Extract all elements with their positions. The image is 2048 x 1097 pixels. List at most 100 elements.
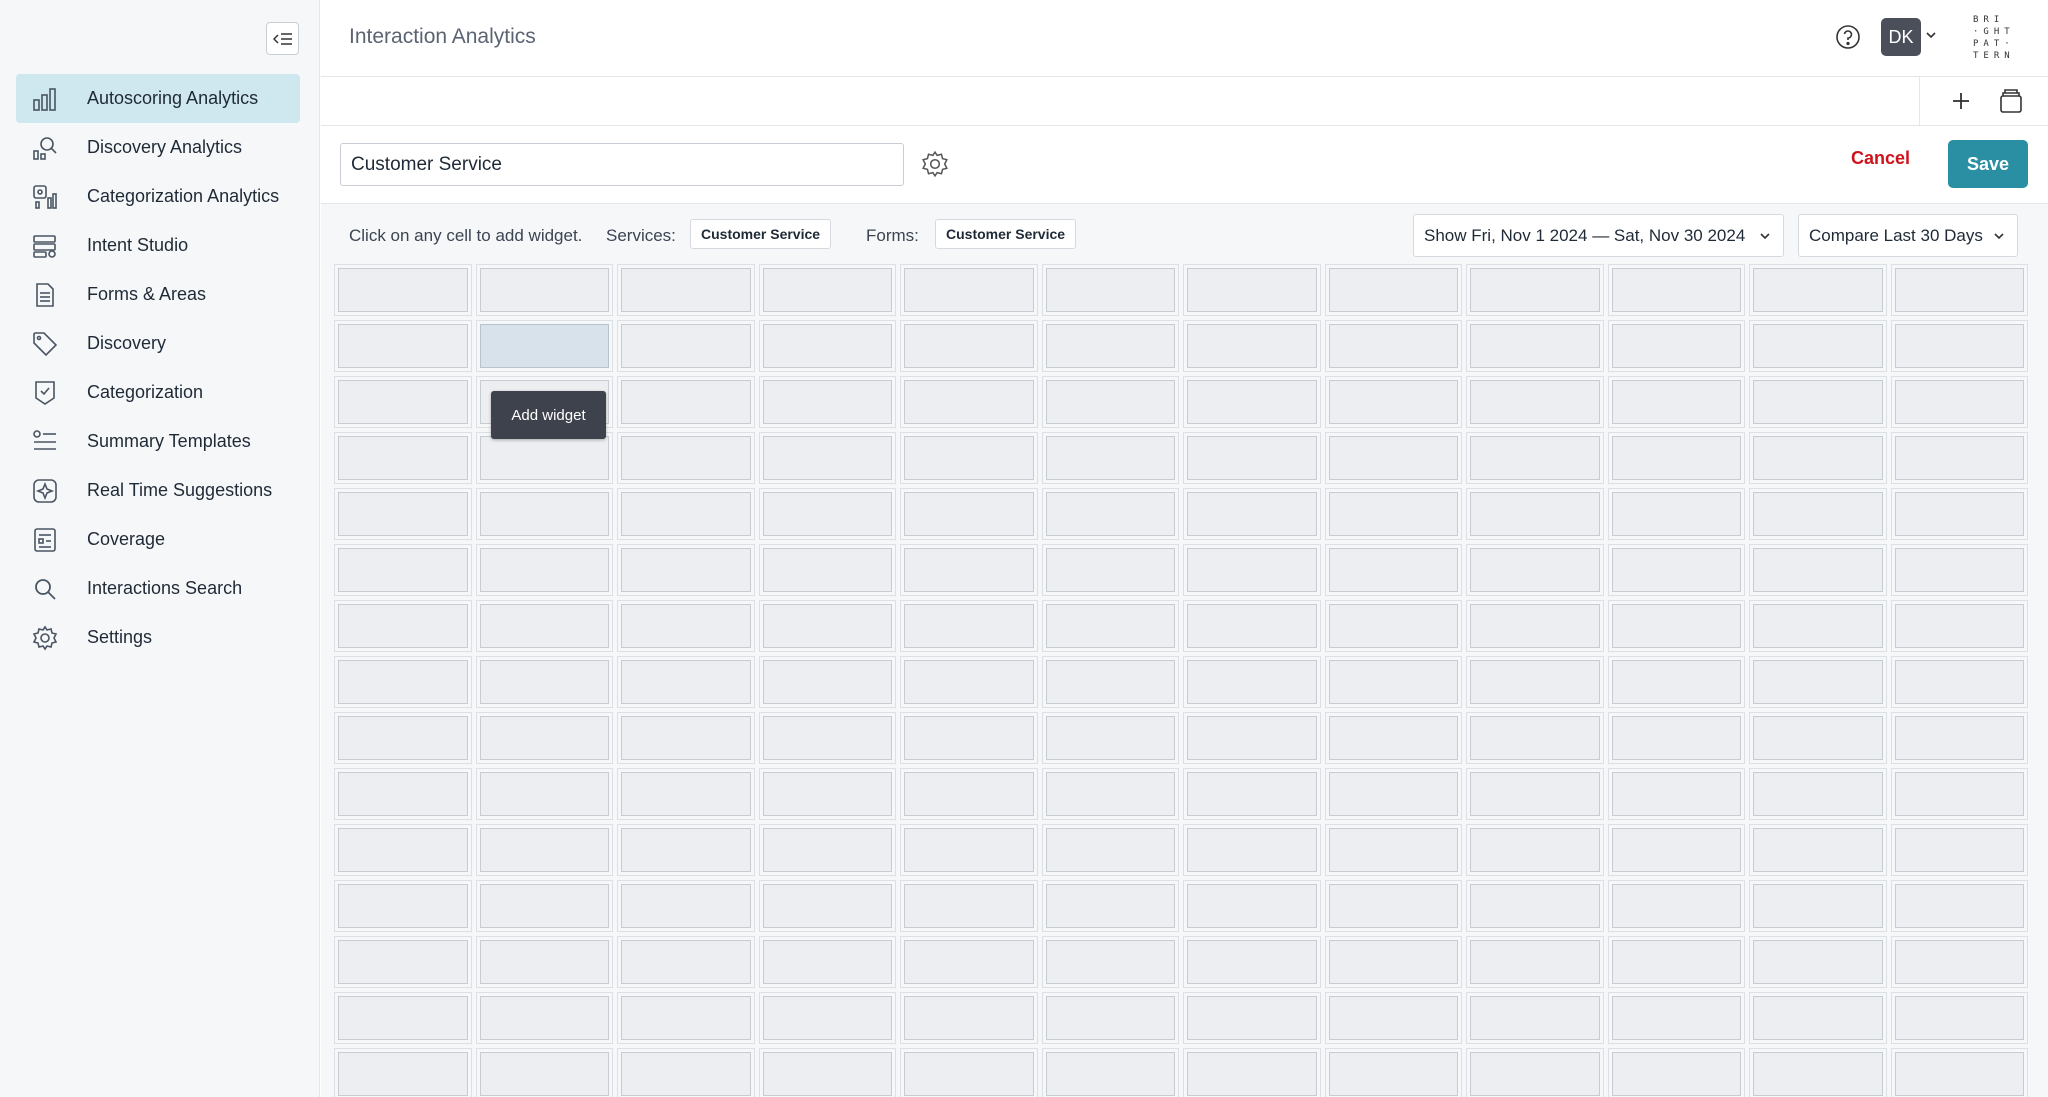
grid-cell[interactable] bbox=[475, 768, 613, 820]
grid-cell[interactable] bbox=[1749, 320, 1887, 372]
grid-cell[interactable] bbox=[1466, 936, 1604, 988]
grid-cell[interactable] bbox=[900, 488, 1038, 540]
date-range-select[interactable]: Show Fri, Nov 1 2024 — Sat, Nov 30 2024 bbox=[1413, 214, 1784, 257]
forms-chip[interactable]: Customer Service bbox=[935, 219, 1077, 249]
grid-cell[interactable] bbox=[1749, 936, 1887, 988]
grid-cell[interactable] bbox=[1324, 656, 1462, 708]
grid-cell[interactable] bbox=[1890, 600, 2028, 652]
grid-cell[interactable] bbox=[334, 264, 472, 316]
compare-period-select[interactable]: Compare Last 30 Days bbox=[1798, 214, 2018, 257]
grid-cell[interactable] bbox=[1324, 824, 1462, 876]
sidebar-item-forms-areas[interactable]: Forms & Areas bbox=[16, 270, 300, 319]
grid-cell[interactable] bbox=[475, 992, 613, 1044]
cancel-button[interactable]: Cancel bbox=[1851, 148, 1910, 169]
grid-cell[interactable] bbox=[1041, 600, 1179, 652]
grid-cell[interactable] bbox=[1324, 488, 1462, 540]
grid-cell[interactable] bbox=[1749, 880, 1887, 932]
grid-cell[interactable] bbox=[1607, 264, 1745, 316]
grid-cell[interactable] bbox=[758, 544, 896, 596]
grid-cell[interactable] bbox=[1041, 320, 1179, 372]
grid-cell[interactable] bbox=[900, 600, 1038, 652]
grid-cell[interactable] bbox=[1890, 824, 2028, 876]
sidebar-item-summary-templates[interactable]: Summary Templates bbox=[16, 417, 300, 466]
grid-cell[interactable] bbox=[334, 936, 472, 988]
grid-cell[interactable] bbox=[758, 936, 896, 988]
grid-cell[interactable] bbox=[900, 544, 1038, 596]
grid-cell[interactable] bbox=[1607, 992, 1745, 1044]
grid-cell[interactable] bbox=[334, 824, 472, 876]
grid-cell[interactable] bbox=[1749, 264, 1887, 316]
grid-cell[interactable] bbox=[475, 544, 613, 596]
grid-cell[interactable] bbox=[758, 768, 896, 820]
grid-cell[interactable] bbox=[1324, 432, 1462, 484]
grid-cell[interactable] bbox=[900, 376, 1038, 428]
grid-cell[interactable] bbox=[1890, 1048, 2028, 1097]
grid-cell[interactable] bbox=[1607, 712, 1745, 764]
grid-cell[interactable] bbox=[758, 376, 896, 428]
grid-cell[interactable] bbox=[1890, 488, 2028, 540]
grid-cell[interactable] bbox=[334, 376, 472, 428]
grid-cell[interactable] bbox=[617, 544, 755, 596]
grid-cell[interactable] bbox=[475, 1048, 613, 1097]
grid-cell[interactable] bbox=[475, 600, 613, 652]
grid-cell[interactable] bbox=[1324, 1048, 1462, 1097]
grid-cell[interactable] bbox=[1890, 992, 2028, 1044]
grid-cell[interactable] bbox=[1749, 600, 1887, 652]
grid-cell[interactable] bbox=[1607, 768, 1745, 820]
grid-cell[interactable] bbox=[900, 1048, 1038, 1097]
grid-cell[interactable] bbox=[1041, 544, 1179, 596]
grid-cell[interactable] bbox=[1749, 544, 1887, 596]
sidebar-item-interactions-search[interactable]: Interactions Search bbox=[16, 564, 300, 613]
grid-cell[interactable] bbox=[1466, 264, 1604, 316]
grid-cell[interactable] bbox=[900, 992, 1038, 1044]
grid-cell[interactable] bbox=[475, 936, 613, 988]
grid-cell[interactable] bbox=[900, 264, 1038, 316]
grid-cell[interactable] bbox=[1041, 824, 1179, 876]
grid-cell[interactable] bbox=[334, 1048, 472, 1097]
grid-cell[interactable] bbox=[900, 768, 1038, 820]
collapse-sidebar-button[interactable] bbox=[266, 22, 299, 55]
grid-cell[interactable] bbox=[1183, 992, 1321, 1044]
grid-cell[interactable] bbox=[1466, 768, 1604, 820]
grid-cell[interactable] bbox=[1607, 880, 1745, 932]
grid-cell[interactable] bbox=[1890, 880, 2028, 932]
dashboard-settings-gear-icon[interactable] bbox=[921, 150, 949, 178]
grid-cell[interactable] bbox=[1466, 600, 1604, 652]
grid-cell[interactable] bbox=[1607, 320, 1745, 372]
grid-cell[interactable] bbox=[758, 432, 896, 484]
grid-cell[interactable] bbox=[1183, 320, 1321, 372]
grid-cell[interactable] bbox=[475, 824, 613, 876]
grid-cell[interactable] bbox=[1041, 264, 1179, 316]
grid-cell[interactable] bbox=[617, 320, 755, 372]
grid-cell[interactable] bbox=[1749, 656, 1887, 708]
grid-cell[interactable] bbox=[1890, 936, 2028, 988]
grid-cell[interactable] bbox=[1607, 544, 1745, 596]
grid-cell[interactable] bbox=[1041, 992, 1179, 1044]
grid-cell[interactable] bbox=[1466, 544, 1604, 596]
grid-cell[interactable] bbox=[1041, 488, 1179, 540]
grid-cell[interactable] bbox=[1183, 712, 1321, 764]
grid-cell[interactable] bbox=[1324, 936, 1462, 988]
grid-cell[interactable] bbox=[900, 432, 1038, 484]
services-chip[interactable]: Customer Service bbox=[690, 219, 832, 249]
sidebar-item-discovery-analytics[interactable]: Discovery Analytics bbox=[16, 123, 300, 172]
sidebar-item-settings[interactable]: Settings bbox=[16, 613, 300, 662]
grid-cell[interactable] bbox=[1041, 1048, 1179, 1097]
grid-cell[interactable] bbox=[1324, 768, 1462, 820]
sidebar-item-discovery[interactable]: Discovery bbox=[16, 319, 300, 368]
grid-cell[interactable] bbox=[1041, 768, 1179, 820]
grid-cell[interactable] bbox=[758, 264, 896, 316]
grid-cell[interactable] bbox=[1183, 656, 1321, 708]
grid-cell[interactable] bbox=[758, 992, 896, 1044]
grid-cell[interactable] bbox=[900, 880, 1038, 932]
grid-cell[interactable] bbox=[1749, 712, 1887, 764]
dashboards-stack-icon[interactable] bbox=[1997, 87, 2025, 115]
grid-cell[interactable] bbox=[900, 936, 1038, 988]
grid-cell[interactable] bbox=[1466, 824, 1604, 876]
save-button[interactable]: Save bbox=[1948, 140, 2028, 188]
grid-cell[interactable] bbox=[1183, 600, 1321, 652]
grid-cell[interactable] bbox=[758, 488, 896, 540]
grid-cell[interactable] bbox=[1466, 320, 1604, 372]
grid-cell[interactable] bbox=[1466, 432, 1604, 484]
grid-cell[interactable] bbox=[1183, 824, 1321, 876]
